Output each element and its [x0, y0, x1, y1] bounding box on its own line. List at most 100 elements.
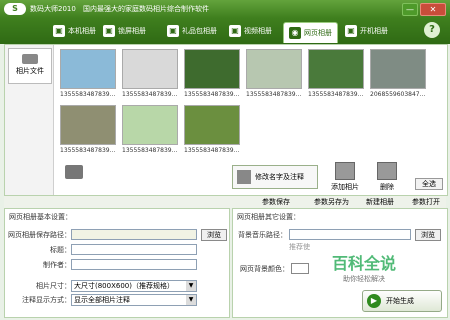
music-path-field[interactable]	[289, 229, 411, 240]
title-bar: S 数码大师2010 国内最强大的家庭数码相片综合制作软件 — ✕	[0, 0, 450, 18]
generate-label: 开始生成	[386, 297, 414, 305]
rename-label: 修改名字及注释	[255, 173, 304, 181]
select-all-button[interactable]: 全选	[415, 178, 443, 190]
app-subtitle: 国内最强大的家庭数码相片综合制作软件	[83, 5, 209, 13]
delete-label: 删除	[380, 183, 394, 191]
photo-image	[60, 105, 116, 145]
camera-icon[interactable]	[65, 165, 83, 179]
delete-button[interactable]: 删除	[369, 162, 405, 192]
open-params-button[interactable]: 参数打开	[412, 197, 440, 207]
tab-web-album[interactable]: ◉ 网页相册	[283, 22, 338, 43]
camera-icon	[22, 54, 38, 64]
photo-thumbnail[interactable]: 2068559603847....	[370, 49, 426, 98]
close-button[interactable]: ✕	[420, 3, 446, 16]
photo-caption: 1355583487839....	[122, 147, 178, 154]
photo-size-select[interactable]: 大尺寸(800X600)（推荐规格） ▼	[71, 280, 197, 292]
lock-album-icon: ▣	[103, 25, 115, 37]
browse-music-button[interactable]: 浏览	[415, 229, 441, 241]
play-icon: ▶	[367, 294, 381, 308]
add-photo-label: 添加相片	[331, 183, 359, 191]
bg-color-picker[interactable]	[291, 263, 309, 274]
photo-panel: 相片文件 1355583487839.... 1355583487839....…	[4, 44, 448, 196]
sidebar-item-label: 相片文件	[16, 67, 44, 75]
photo-thumbnail[interactable]: 1355583487839....	[184, 105, 240, 154]
photo-caption: 1355583487839....	[308, 91, 364, 98]
watermark-subtitle: 助你轻松解决	[343, 275, 385, 283]
title-field[interactable]	[71, 244, 197, 255]
boot-album-icon: ▣	[345, 25, 357, 37]
sidebar-item-photo-files[interactable]: 相片文件	[8, 48, 52, 84]
start-generate-button[interactable]: ▶ 开始生成	[362, 290, 442, 312]
photo-image	[184, 105, 240, 145]
watermark: 百科全说 助你轻松解决	[316, 250, 412, 294]
photo-caption: 1355583487839....	[246, 91, 302, 98]
rename-button[interactable]: 修改名字及注释	[232, 165, 318, 189]
panel-title: 网页相册基本设置：	[9, 213, 72, 221]
photo-image	[122, 49, 178, 89]
web-album-icon: ◉	[289, 27, 301, 39]
photo-caption: 1355583487839....	[60, 147, 116, 154]
photo-image	[308, 49, 364, 89]
browse-save-path-button[interactable]: 浏览	[201, 229, 227, 241]
app-title: 数码大师2010	[30, 5, 76, 13]
tab-lock-album[interactable]: ▣ 锁屏相册	[98, 22, 151, 40]
minimize-button[interactable]: —	[402, 3, 418, 16]
tab-boot-album[interactable]: ▣ 开机相册	[340, 22, 393, 40]
help-button[interactable]: ?	[424, 22, 440, 38]
photo-thumbnail[interactable]: 1355583487839....	[122, 49, 178, 98]
photo-thumbnail[interactable]: 1355583487839....	[60, 49, 116, 98]
album-icon: ▣	[53, 25, 65, 37]
caption-display-value: 显示全部相片注释	[74, 296, 130, 304]
watermark-title: 百科全说	[331, 254, 396, 273]
photo-image	[246, 49, 302, 89]
tab-local-album[interactable]: ▣ 本机相册	[48, 22, 101, 40]
tab-label: 礼品包相册	[182, 27, 217, 35]
basic-settings-panel: 网页相册基本设置： 网页相册保存路径： 浏览 标题： 制作者： 相片尺寸： 大尺…	[4, 208, 230, 318]
photo-size-label: 相片尺寸：	[36, 282, 71, 290]
panel-title: 网页相册其它设置：	[237, 213, 300, 221]
caption-display-select[interactable]: 显示全部相片注释 ▼	[71, 294, 197, 306]
sidebar: 相片文件	[5, 45, 54, 195]
author-label: 制作者：	[43, 261, 71, 269]
photo-caption: 1355583487839....	[60, 91, 116, 98]
tab-label: 网页相册	[304, 29, 332, 37]
trash-icon	[377, 162, 397, 180]
save-path-field[interactable]	[71, 229, 197, 240]
gift-album-icon: ▣	[167, 25, 179, 37]
photo-thumbnail[interactable]: 1355583487839....	[246, 49, 302, 98]
add-photo-button[interactable]: 添加相片	[327, 162, 363, 192]
save-params-as-button[interactable]: 参数另存为	[314, 197, 349, 207]
sub-toolbar: 参数保存 参数另存为 新建相册 参数打开	[4, 196, 446, 208]
save-params-button[interactable]: 参数保存	[262, 197, 290, 207]
tab-label: 开机相册	[360, 27, 388, 35]
photo-thumbnail[interactable]: 1355583487839....	[60, 105, 116, 154]
thumbnail-grid: 1355583487839.... 1355583487839.... 1355…	[60, 49, 444, 163]
tab-label: 视频相册	[244, 27, 272, 35]
photo-image	[122, 105, 178, 145]
photo-thumbnail[interactable]: 1355583487839....	[184, 49, 240, 98]
author-field[interactable]	[71, 259, 197, 270]
photo-image	[184, 49, 240, 89]
photo-thumbnail[interactable]: 1355583487839....	[122, 105, 178, 154]
main-tab-bar: ▣ 本机相册 ▣ 锁屏相册 ▣ 礼品包相册 ▣ 视频相册 ◉ 网页相册 ▣ 开机相册	[0, 18, 450, 44]
photo-image	[60, 49, 116, 89]
photo-caption: 1355583487839....	[184, 91, 240, 98]
chevron-down-icon: ▼	[186, 295, 196, 305]
photo-caption: 1355583487839....	[122, 91, 178, 98]
tab-label: 锁屏相册	[118, 27, 146, 35]
tab-label: 本机相册	[68, 27, 96, 35]
photo-size-value: 大尺寸(800X600)（推荐规格）	[74, 282, 174, 290]
tab-video-album[interactable]: ▣ 视频相册	[224, 22, 277, 40]
add-photo-icon	[335, 162, 355, 180]
tab-gift-album[interactable]: ▣ 礼品包相册	[162, 22, 222, 40]
new-album-button[interactable]: 新建相册	[366, 197, 394, 207]
photo-image	[370, 49, 426, 89]
music-hint: 推荐使	[289, 243, 310, 251]
photo-thumbnail[interactable]: 1355583487839....	[308, 49, 364, 98]
chevron-down-icon: ▼	[186, 281, 196, 291]
photo-caption: 1355583487839....	[184, 147, 240, 154]
caption-display-label: 注释显示方式：	[22, 296, 71, 304]
photo-caption: 2068559603847....	[370, 91, 426, 98]
save-path-label: 网页相册保存路径：	[8, 231, 71, 239]
music-path-label: 背景音乐路径：	[238, 231, 287, 239]
